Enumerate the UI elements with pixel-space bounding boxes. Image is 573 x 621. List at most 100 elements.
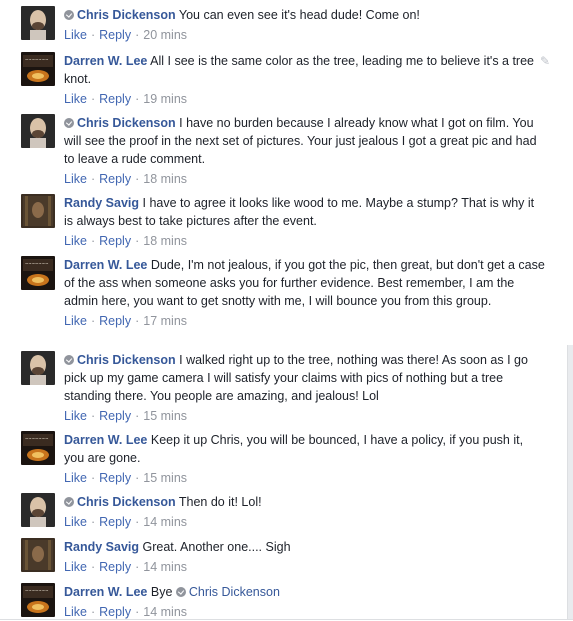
comment-body: Randy Savig Great. Another one.... Sigh L… (64, 538, 546, 576)
comment-actions: Like · Reply · 19 mins (64, 90, 546, 108)
separator: · (90, 409, 96, 423)
like-button[interactable]: Like (64, 515, 87, 529)
avatar[interactable] (21, 6, 55, 40)
avatar[interactable]: ~~~~~~~ (21, 583, 55, 617)
separator: · (90, 515, 96, 529)
avatar[interactable] (21, 114, 55, 148)
timestamp[interactable]: 15 mins (143, 409, 187, 423)
comment-text: Darren W. Lee All I see is the same colo… (64, 52, 546, 88)
svg-text:~~~~~~~: ~~~~~~~ (25, 588, 48, 593)
like-button[interactable]: Like (64, 92, 87, 106)
verified-icon (64, 118, 74, 128)
like-button[interactable]: Like (64, 172, 87, 186)
avatar[interactable] (21, 194, 55, 228)
mention-link[interactable]: Chris Dickenson (189, 585, 280, 599)
avatar[interactable] (21, 538, 55, 572)
timestamp[interactable]: 17 mins (143, 314, 187, 328)
comment-author[interactable]: Chris Dickenson (77, 116, 176, 130)
comment-text: Chris Dickenson I have no burden because… (64, 114, 546, 168)
reply-button[interactable]: Reply (99, 172, 131, 186)
timestamp[interactable]: 19 mins (143, 92, 187, 106)
like-button[interactable]: Like (64, 409, 87, 423)
reply-button[interactable]: Reply (99, 605, 131, 619)
separator: · (90, 560, 96, 574)
separator: · (135, 409, 140, 423)
comment-text: Randy Savig I have to agree it looks lik… (64, 194, 546, 230)
reply-button[interactable]: Reply (99, 234, 131, 248)
comment-actions: Like · Reply · 20 mins (64, 26, 546, 44)
comment-author[interactable]: Chris Dickenson (77, 353, 176, 367)
separator: · (135, 172, 140, 186)
comment-text: Darren W. Lee Bye Chris Dickenson (64, 583, 546, 601)
reply-button[interactable]: Reply (99, 92, 131, 106)
comment-body: Chris Dickenson Then do it! Lol! Like · Rep… (64, 493, 546, 531)
avatar[interactable] (21, 351, 55, 385)
separator: · (90, 314, 96, 328)
comment-author[interactable]: Randy Savig (64, 540, 139, 554)
comment-text: Darren W. Lee Dude, I'm not jealous, if … (64, 256, 546, 310)
timestamp[interactable]: 18 mins (143, 172, 187, 186)
reply-button[interactable]: Reply (99, 560, 131, 574)
comment-body: Randy Savig I have to agree it looks lik… (64, 194, 546, 250)
svg-text:~~~~~~~: ~~~~~~~ (25, 57, 48, 62)
reply-button[interactable]: Reply (99, 314, 131, 328)
timestamp[interactable]: 14 mins (143, 515, 187, 529)
like-button[interactable]: Like (64, 314, 87, 328)
like-button[interactable]: Like (64, 28, 87, 42)
comment-author[interactable]: Chris Dickenson (77, 495, 176, 509)
avatar[interactable]: ~~~~~~~ (21, 256, 55, 290)
avatar[interactable]: ~~~~~~~ (21, 431, 55, 465)
comment-author[interactable]: Darren W. Lee (64, 585, 147, 599)
comment-text: Chris Dickenson I walked right up to the… (64, 351, 546, 405)
svg-text:~~~~~~~: ~~~~~~~ (25, 436, 48, 441)
comment-actions: Like · Reply · 18 mins (64, 232, 546, 250)
comment-actions: Like · Reply · 15 mins (64, 407, 546, 425)
separator: · (135, 560, 140, 574)
separator: · (90, 234, 96, 248)
timestamp[interactable]: 18 mins (143, 234, 187, 248)
comment-author[interactable]: Darren W. Lee (64, 54, 147, 68)
separator: · (135, 234, 140, 248)
verified-icon (64, 10, 74, 20)
reply-button[interactable]: Reply (99, 471, 131, 485)
comment-body: Chris Dickenson I have no burden because… (64, 114, 546, 188)
separator: · (135, 92, 140, 106)
reply-button[interactable]: Reply (99, 28, 131, 42)
comment-body: Chris Dickenson I walked right up to the… (64, 351, 546, 425)
reply-button[interactable]: Reply (99, 515, 131, 529)
like-button[interactable]: Like (64, 560, 87, 574)
comment-body: Chris Dickenson You can even see it's he… (64, 6, 546, 44)
reply-button[interactable]: Reply (99, 409, 131, 423)
timestamp[interactable]: 14 mins (143, 560, 187, 574)
avatar[interactable]: ~~~~~~~ (21, 52, 55, 86)
comment-author[interactable]: Randy Savig (64, 196, 139, 210)
like-button[interactable]: Like (64, 471, 87, 485)
comment-message: Great. Another one.... Sigh (142, 540, 291, 554)
separator: · (90, 471, 96, 485)
comment-actions: Like · Reply · 14 mins (64, 558, 546, 576)
separator: · (90, 28, 96, 42)
separator: · (90, 172, 96, 186)
like-button[interactable]: Like (64, 234, 87, 248)
verified-icon (175, 587, 186, 597)
timestamp[interactable]: 15 mins (143, 471, 187, 485)
comment-body: Darren W. Lee Bye Chris Dickenson Like · Re… (64, 583, 546, 621)
comment-author[interactable]: Chris Dickenson (77, 8, 176, 22)
comment-actions: Like · Reply · 14 mins (64, 513, 546, 531)
avatar[interactable] (21, 493, 55, 527)
comment-actions: Like · Reply · 17 mins (64, 312, 546, 330)
comment-message: You can even see it's head dude! Come on… (178, 8, 420, 22)
verified-icon (64, 355, 74, 365)
timestamp[interactable]: 20 mins (143, 28, 187, 42)
separator: · (135, 314, 140, 328)
timestamp[interactable]: 14 mins (143, 605, 187, 619)
pencil-icon[interactable]: ✎ (540, 54, 550, 68)
comment-actions: Like · Reply · 18 mins (64, 170, 546, 188)
verified-icon (64, 497, 74, 507)
like-button[interactable]: Like (64, 605, 87, 619)
comment-body: Darren W. Lee All I see is the same colo… (64, 52, 550, 108)
comment-author[interactable]: Darren W. Lee (64, 433, 147, 447)
comment-author[interactable]: Darren W. Lee (64, 258, 147, 272)
comment-text: Chris Dickenson You can even see it's he… (64, 6, 546, 24)
scrollbar[interactable] (567, 345, 573, 620)
